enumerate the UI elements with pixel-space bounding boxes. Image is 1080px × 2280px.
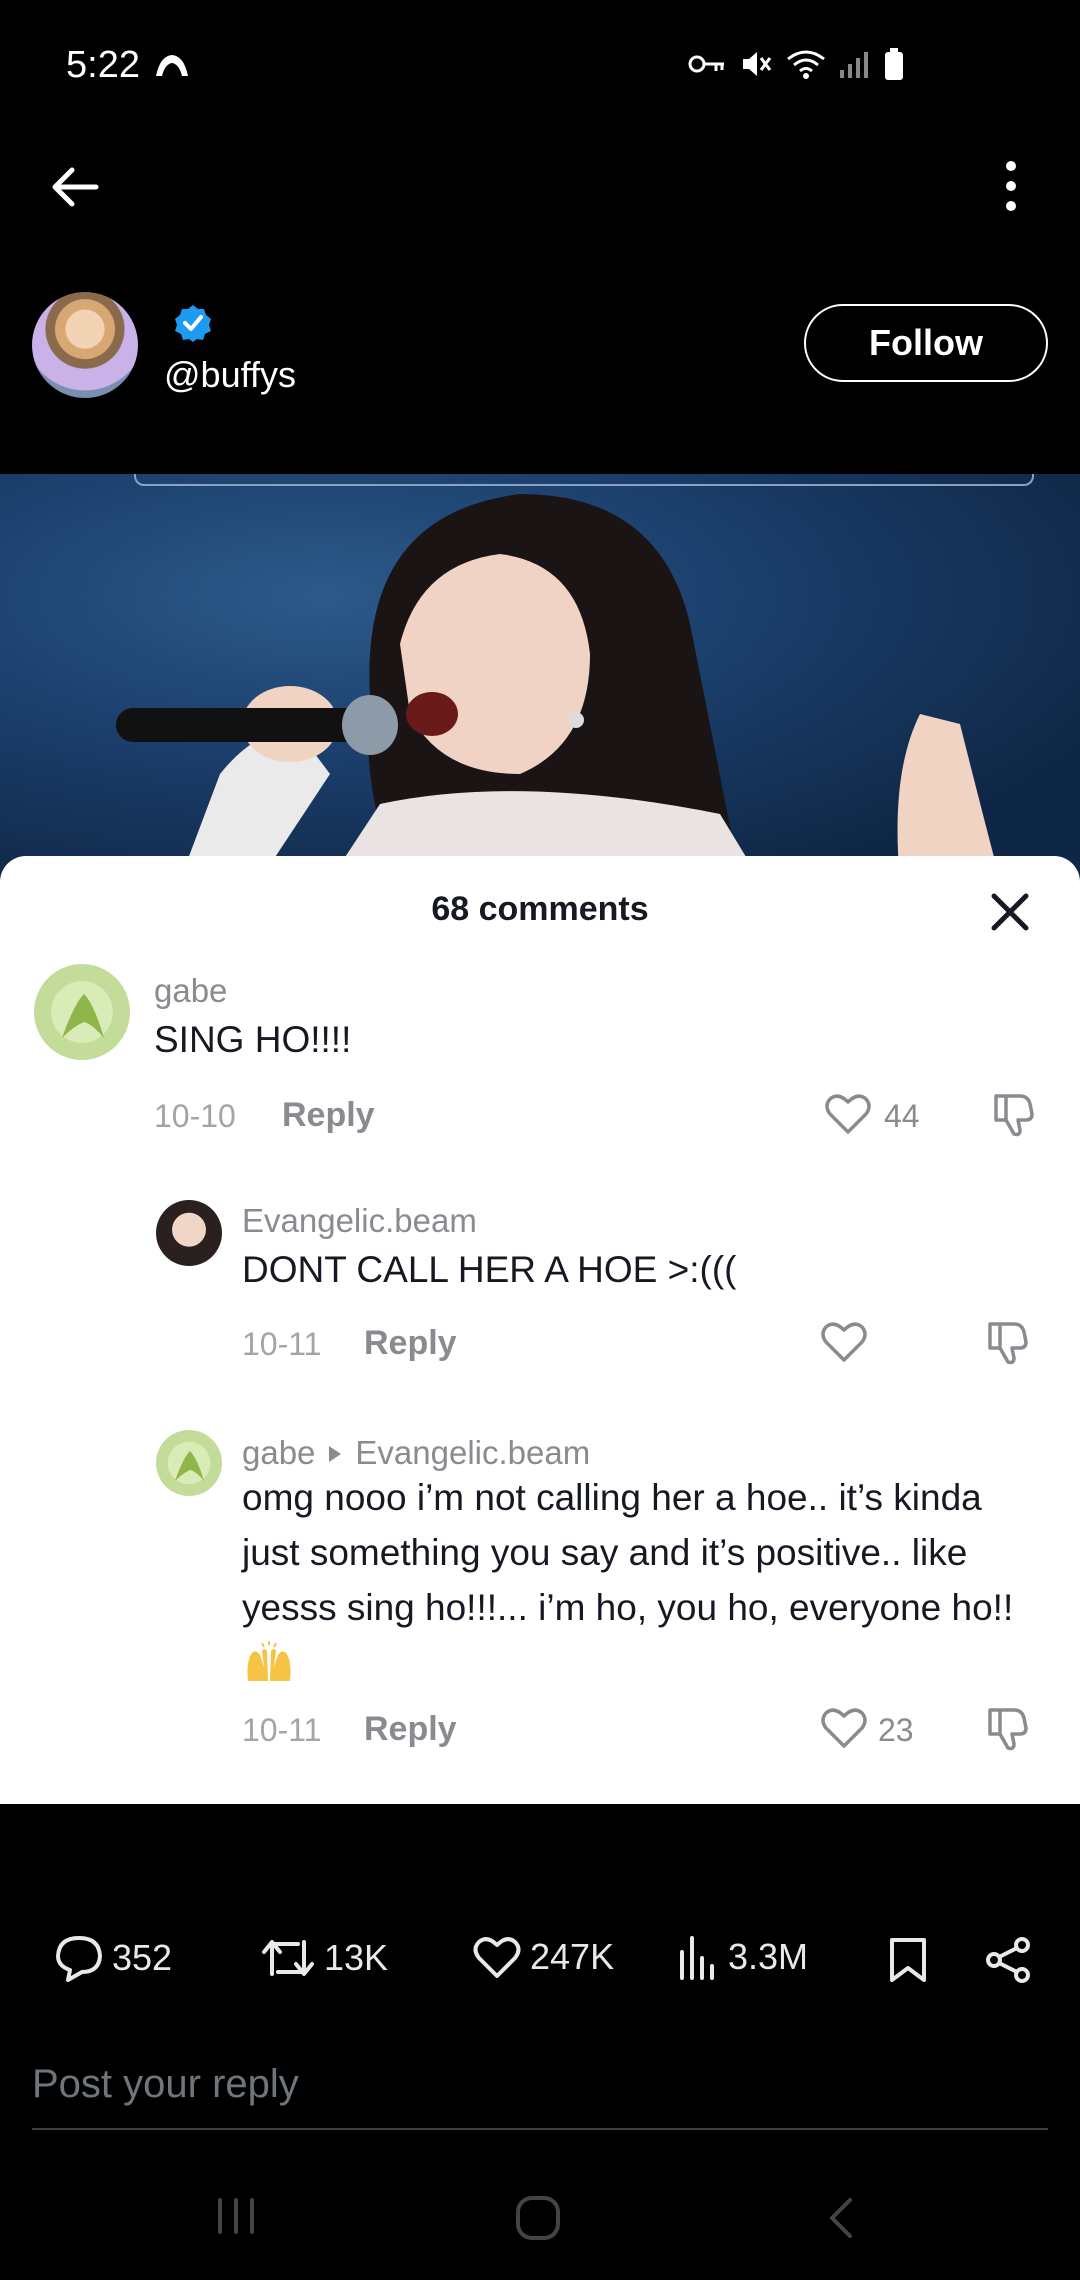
commenter-name[interactable]: gabe [154,972,227,1010]
like-count: 247K [530,1936,615,1977]
status-icons [688,48,904,80]
post-media[interactable] [0,474,1080,880]
battery-icon [885,48,903,80]
commenter-avatar[interactable] [34,964,130,1060]
system-back-icon[interactable] [822,2194,858,2242]
like-action[interactable]: 247K [472,1934,614,1980]
commenter-avatar[interactable] [156,1200,222,1266]
signal-icon [840,52,868,78]
home-icon[interactable] [514,2194,562,2242]
comment-date: 10-11 [242,1712,322,1748]
reply-count: 352 [112,1937,173,1978]
comments-title: 68 comments [431,890,649,928]
reply-action[interactable]: 352 [54,1934,172,1982]
heart-icon[interactable] [824,1092,872,1136]
reply-box [32,2056,1048,2130]
back-arrow-icon[interactable] [46,158,104,216]
comment-text: omg nooo i’m not calling her a hoe.. it’… [242,1470,1032,1690]
key-icon [688,55,724,73]
close-icon[interactable] [988,890,1032,934]
dislike-icon[interactable] [984,1704,1032,1752]
commenter-name[interactable]: gabe Evangelic.beam [242,1434,590,1472]
post-action-bar: 352 13K 247K 3.3M [0,1920,1080,2000]
heart-icon[interactable] [820,1320,868,1364]
dislike-icon[interactable] [984,1318,1032,1366]
comment-date: 10-11 [242,1326,322,1362]
author-handle[interactable]: @buffys [164,354,296,396]
repost-count: 13K [324,1937,389,1978]
comment-item: gabe SING HO!!!! 10-10 Reply 44 [0,964,1080,1137]
status-bar: 5:22 [0,0,1080,130]
author-avatar[interactable] [32,292,138,398]
comment-icon [56,1936,102,1982]
system-nav-bar [0,2170,1080,2280]
dislike-icon[interactable] [990,1090,1038,1138]
like-count: 23 [878,1712,914,1748]
views-action[interactable]: 3.3M [676,1934,808,1980]
comment-item: Evangelic.beam DONT CALL HER A HOE >:(((… [0,1200,1080,1370]
reply-to-name[interactable]: Evangelic.beam [355,1434,590,1471]
reply-to-arrow-icon [329,1445,342,1462]
repost-action[interactable]: 13K [260,1934,388,1982]
share-icon[interactable] [984,1936,1032,1984]
more-vertical-icon[interactable] [996,156,1026,216]
reply-input[interactable] [32,2056,1048,2113]
comment-text: DONT CALL HER A HOE >:((( [242,1249,737,1290]
heart-icon [473,1937,521,1978]
views-count: 3.3M [728,1936,809,1977]
comments-sheet: 68 comments gabe SING HO!!!! 10-10 Reply… [0,856,1080,1804]
bookmark-icon[interactable] [888,1936,928,1984]
reply-button[interactable]: Reply [364,1710,457,1749]
recent-apps-icon[interactable] [214,2194,258,2238]
commenter-name-text[interactable]: gabe [242,1434,315,1471]
follow-button[interactable]: Follow [804,304,1048,382]
reply-button[interactable]: Reply [364,1324,457,1363]
app-notification-icon [156,55,188,76]
commenter-avatar[interactable] [156,1430,222,1496]
wifi-icon [787,50,825,79]
raising-hands-emoji-icon [247,1641,291,1681]
comment-text: SING HO!!!! [154,1019,352,1060]
reply-button[interactable]: Reply [282,1096,375,1135]
commenter-name[interactable]: Evangelic.beam [242,1202,477,1240]
repost-icon [262,1940,314,1976]
status-time: 5:22 [66,44,140,86]
verified-badge-icon [175,305,211,342]
mute-icon [743,52,772,76]
heart-icon[interactable] [820,1706,868,1750]
views-icon [680,1936,714,1980]
comment-text-body: omg nooo i’m not calling her a hoe.. it’… [242,1477,1014,1628]
comment-item: gabe Evangelic.beam omg nooo i’m not call… [0,1430,1080,1770]
singer-illustration [116,494,1000,880]
comment-date: 10-10 [154,1098,236,1134]
like-count: 44 [884,1098,920,1134]
